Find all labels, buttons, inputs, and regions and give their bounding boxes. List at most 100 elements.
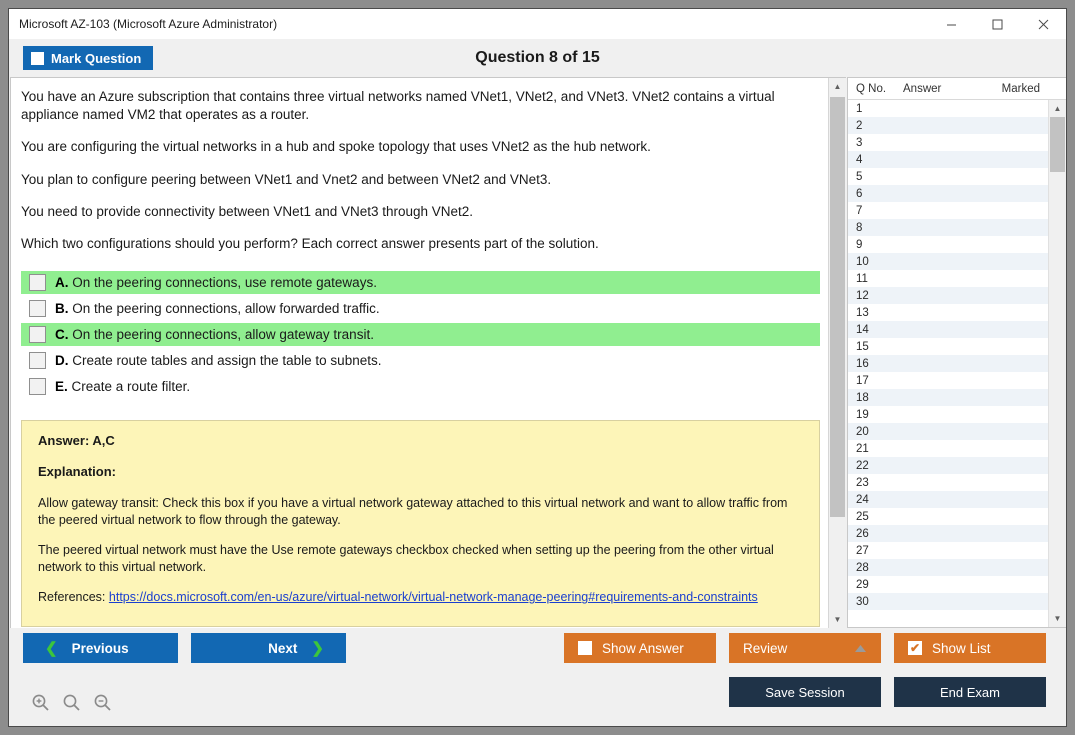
list-item-number: 11 <box>856 272 868 285</box>
previous-button[interactable]: ❮ Previous <box>23 633 178 663</box>
list-item-number: 10 <box>856 255 869 268</box>
list-item[interactable]: 28 <box>848 559 1048 576</box>
list-item[interactable]: 12 <box>848 287 1048 304</box>
list-item[interactable]: 6 <box>848 185 1048 202</box>
option-checkbox-icon[interactable] <box>29 300 46 318</box>
answer-label: Answer: A,C <box>38 433 115 449</box>
list-item-number: 26 <box>856 527 869 540</box>
list-item[interactable]: 21 <box>848 440 1048 457</box>
show-list-button[interactable]: ✔ Show List <box>894 633 1046 663</box>
list-item[interactable]: 13 <box>848 304 1048 321</box>
list-item-number: 28 <box>856 561 869 574</box>
list-item-number: 12 <box>856 289 869 302</box>
zoom-out-icon[interactable] <box>93 693 112 712</box>
option-d[interactable]: D. Create route tables and assign the ta… <box>21 349 820 372</box>
reference-link[interactable]: https://docs.microsoft.com/en-us/azure/v… <box>109 590 758 604</box>
mark-question-checkbox-icon <box>31 51 44 65</box>
list-item[interactable]: 3 <box>848 134 1048 151</box>
list-item[interactable]: 23 <box>848 474 1048 491</box>
list-item-number: 4 <box>856 153 863 166</box>
chevron-left-icon: ❮ <box>45 640 58 657</box>
list-item-number: 30 <box>856 595 869 608</box>
list-item[interactable]: 11 <box>848 270 1048 287</box>
question-list-panel: Q No. Answer Marked 1 2 3 4 5 6 7 8 9 10 11 12 13 14 1… <box>847 77 1066 628</box>
list-item[interactable]: 16 <box>848 355 1048 372</box>
list-item[interactable]: 2 <box>848 117 1048 134</box>
list-item[interactable]: 26 <box>848 525 1048 542</box>
list-rows[interactable]: 1 2 3 4 5 6 7 8 9 10 11 12 13 14 15 16 17 18 19 20 21 22 23 24 2… <box>848 100 1048 627</box>
scroll-thumb[interactable] <box>830 97 845 517</box>
minimize-icon[interactable] <box>928 9 974 39</box>
list-scroll-up-icon[interactable]: ▲ <box>1049 100 1066 117</box>
scroll-down-icon[interactable]: ▼ <box>829 611 846 628</box>
option-checkbox-icon[interactable] <box>29 274 46 292</box>
list-scroll-down-icon[interactable]: ▼ <box>1049 610 1066 627</box>
list-item-number: 1 <box>856 102 863 115</box>
list-item[interactable]: 15 <box>848 338 1048 355</box>
close-icon[interactable] <box>1020 9 1066 39</box>
option-checkbox-icon[interactable] <box>29 326 46 344</box>
maximize-icon[interactable] <box>974 9 1020 39</box>
header-bar: Mark Question Question 8 of 15 <box>9 39 1066 77</box>
list-item[interactable]: 25 <box>848 508 1048 525</box>
review-dropdown-button[interactable]: Review <box>729 633 881 663</box>
list-item[interactable]: 7 <box>848 202 1048 219</box>
list-item[interactable]: 8 <box>848 219 1048 236</box>
option-label: E. Create a route filter. <box>55 379 191 395</box>
list-item[interactable]: 30 <box>848 593 1048 610</box>
list-item[interactable]: 19 <box>848 406 1048 423</box>
list-scroll-thumb[interactable] <box>1050 117 1065 172</box>
list-column-qno: Q No. <box>856 82 887 95</box>
window-controls <box>928 9 1066 39</box>
list-item[interactable]: 10 <box>848 253 1048 270</box>
mark-question-button[interactable]: Mark Question <box>23 46 154 70</box>
option-label: A. On the peering connections, use remot… <box>55 275 377 291</box>
list-item[interactable]: 14 <box>848 321 1048 338</box>
question-paragraph: You are configuring the virtual networks… <box>21 139 651 155</box>
list-scroll-track[interactable] <box>1049 117 1066 610</box>
list-item-number: 3 <box>856 136 863 149</box>
zoom-in-icon[interactable] <box>31 693 50 712</box>
question-paragraph: You have an Azure subscription that cont… <box>21 89 775 123</box>
end-exam-button[interactable]: End Exam <box>894 677 1046 707</box>
chevron-up-icon <box>854 641 867 656</box>
references-line: References: https://docs.microsoft.com/e… <box>38 589 805 606</box>
option-a[interactable]: A. On the peering connections, use remot… <box>21 271 820 295</box>
list-item-number: 23 <box>856 476 869 489</box>
list-scrollbar[interactable]: ▲ ▼ <box>1048 100 1066 627</box>
list-item[interactable]: 4 <box>848 151 1048 168</box>
scroll-up-icon[interactable]: ▲ <box>829 78 846 95</box>
list-item[interactable]: 24 <box>848 491 1048 508</box>
zoom-reset-icon[interactable] <box>62 693 81 712</box>
list-item-number: 13 <box>856 306 869 319</box>
list-column-marked: Marked <box>1001 82 1040 95</box>
list-item[interactable]: 9 <box>848 236 1048 253</box>
list-item-number: 14 <box>856 323 869 336</box>
list-item-number: 8 <box>856 221 863 234</box>
question-scrollbar[interactable]: ▲ ▼ <box>828 78 846 628</box>
list-item-number: 15 <box>856 340 869 353</box>
scroll-track[interactable] <box>829 95 846 611</box>
option-b[interactable]: B. On the peering connections, allow for… <box>21 297 820 320</box>
question-panel: You have an Azure subscription that cont… <box>11 78 828 628</box>
list-item[interactable]: 27 <box>848 542 1048 559</box>
list-item[interactable]: 22 <box>848 457 1048 474</box>
list-item[interactable]: 29 <box>848 576 1048 593</box>
list-item[interactable]: 1 <box>848 100 1048 117</box>
list-item[interactable]: 17 <box>848 372 1048 389</box>
list-item[interactable]: 5 <box>848 168 1048 185</box>
option-checkbox-icon[interactable] <box>29 352 46 370</box>
list-item[interactable]: 20 <box>848 423 1048 440</box>
save-session-label: Save Session <box>765 684 845 700</box>
option-c[interactable]: C. On the peering connections, allow gat… <box>21 323 820 347</box>
save-session-button[interactable]: Save Session <box>729 677 881 707</box>
option-checkbox-icon[interactable] <box>29 378 46 396</box>
list-item[interactable]: 18 <box>848 389 1048 406</box>
next-button[interactable]: Next ❯ <box>191 633 346 663</box>
show-answer-button[interactable]: Show Answer <box>564 633 716 663</box>
chevron-right-icon: ❯ <box>311 640 324 657</box>
option-e[interactable]: E. Create a route filter. <box>21 375 820 398</box>
list-item-number: 22 <box>856 459 869 472</box>
list-item-number: 25 <box>856 510 869 523</box>
list-item-number: 7 <box>856 204 863 217</box>
